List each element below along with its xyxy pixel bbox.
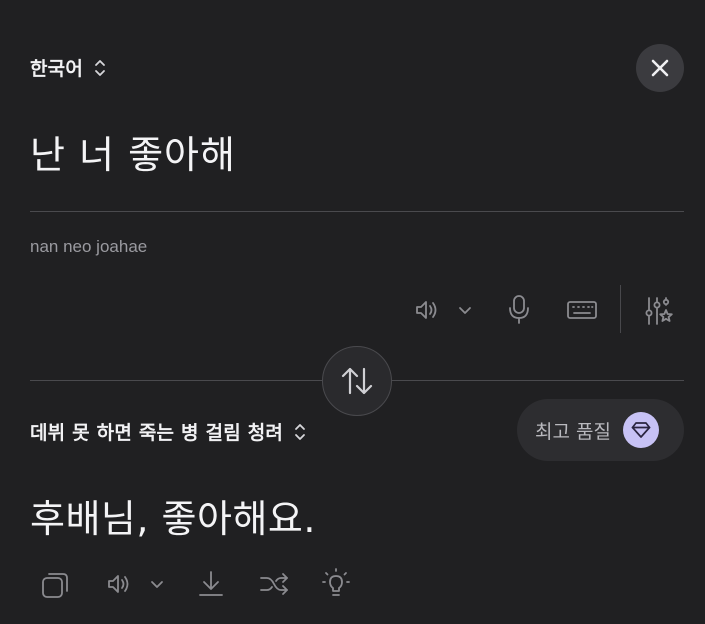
close-icon [651, 59, 669, 77]
close-button[interactable] [636, 44, 684, 92]
translated-text: 후배님, 좋아해요. [30, 497, 316, 541]
source-speaker-options[interactable] [455, 298, 475, 322]
source-divider [30, 211, 684, 212]
shuffle-icon [260, 573, 288, 595]
keyboard-icon [567, 301, 597, 319]
copy-icon [42, 573, 68, 598]
target-speaker-options[interactable] [147, 572, 167, 596]
speaker-icon [108, 575, 129, 593]
source-language-label: 한국어 [30, 58, 84, 80]
lightbulb-icon [322, 568, 350, 596]
shuffle-button[interactable] [257, 568, 291, 600]
speaker-icon [416, 301, 437, 319]
diamond-icon [622, 412, 659, 448]
chevron-up-down-icon [295, 423, 305, 440]
source-text[interactable]: 난 너 좋아해 [30, 124, 236, 179]
settings-button[interactable] [642, 294, 676, 328]
download-icon [199, 571, 223, 596]
swap-languages-button[interactable] [322, 346, 392, 416]
target-speaker-button[interactable] [102, 568, 134, 600]
copy-button[interactable] [38, 568, 72, 602]
chevron-up-down-icon [95, 59, 105, 76]
sliders-sparkle-icon [645, 297, 673, 325]
microphone-button[interactable] [503, 292, 535, 326]
quality-label: 최고 품질 [535, 420, 611, 443]
quality-selector[interactable]: 최고 품질 [517, 399, 684, 461]
target-language-label: 데뷔 못 하면 죽는 병 걸림 청려 [30, 422, 284, 444]
keyboard-button[interactable] [564, 296, 600, 324]
source-speaker-button[interactable] [410, 294, 442, 326]
toolbar-separator [620, 285, 621, 333]
download-button[interactable] [195, 568, 227, 600]
romanization-text: nan neo joahae [30, 237, 148, 256]
microphone-icon [509, 295, 529, 324]
chevron-down-icon [151, 581, 163, 588]
source-language-select[interactable]: 한국어 [30, 54, 107, 81]
lightbulb-button[interactable] [320, 566, 352, 600]
chevron-down-icon [459, 307, 471, 314]
swap-icon [341, 367, 373, 395]
target-language-select[interactable]: 데뷔 못 하면 죽는 병 걸림 청려 [30, 418, 307, 445]
